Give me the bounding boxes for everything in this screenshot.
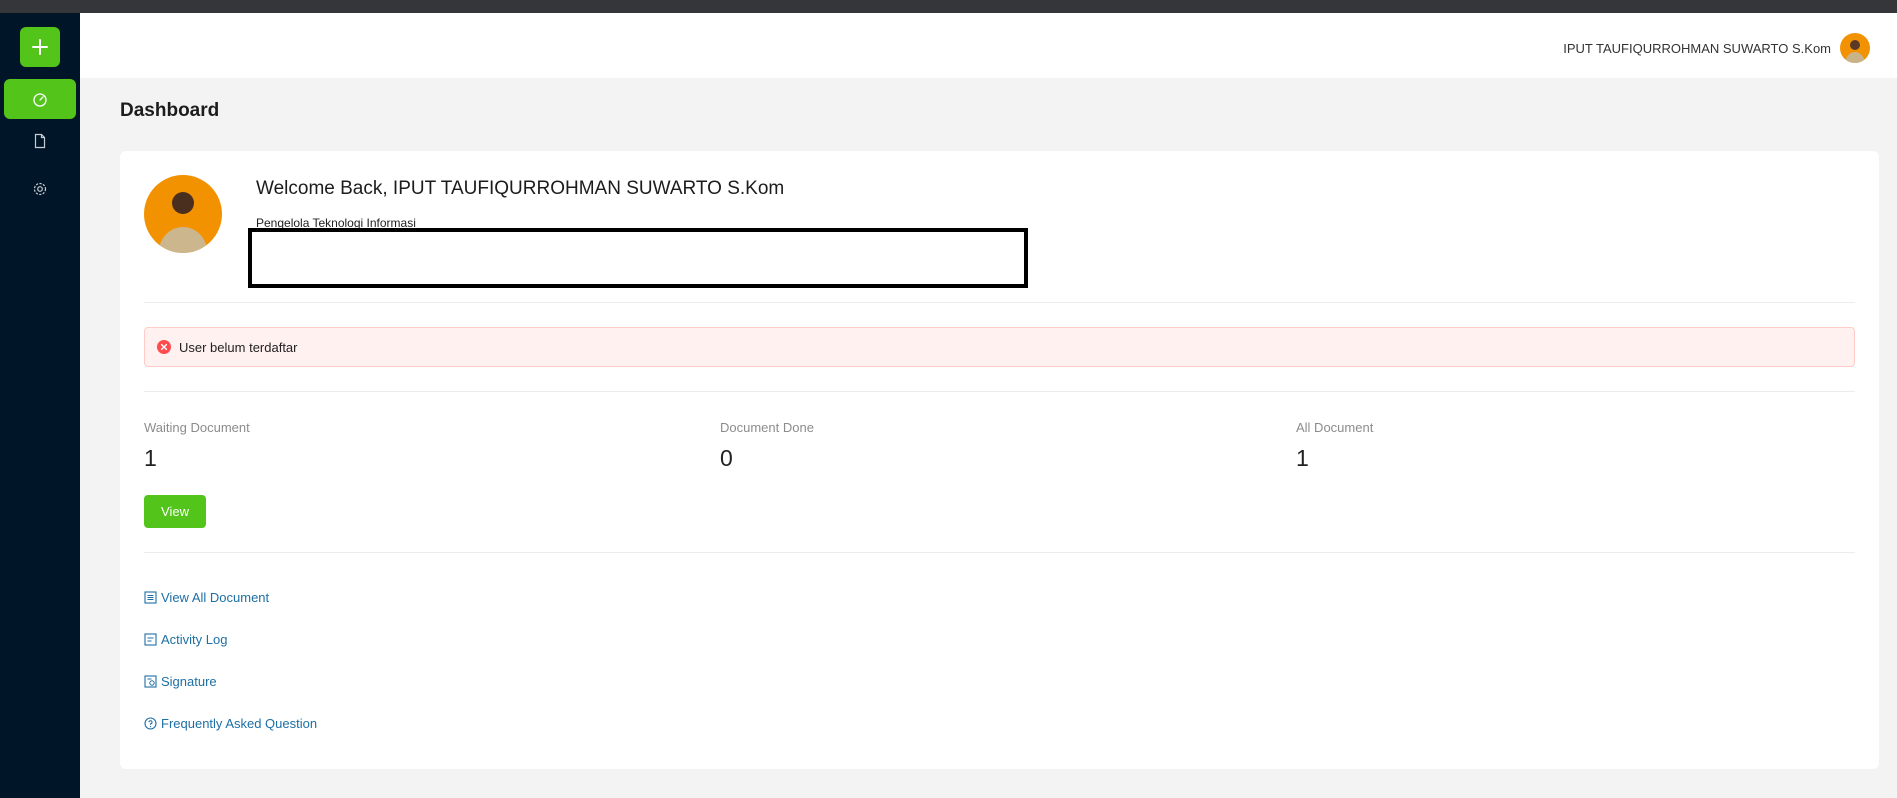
stat-label: All Document	[1296, 420, 1374, 435]
signature-icon	[144, 675, 157, 688]
profile-avatar	[144, 175, 222, 253]
close-circle-icon	[157, 340, 171, 354]
file-icon	[34, 133, 46, 149]
user-menu[interactable]: IPUT TAUFIQURROHMAN SUWARTO S.Kom	[1563, 33, 1870, 63]
user-name: IPUT TAUFIQURROHMAN SUWARTO S.Kom	[1563, 40, 1831, 56]
stat-label: Waiting Document	[144, 420, 250, 435]
link-label: Frequently Asked Question	[161, 716, 318, 731]
avatar[interactable]	[1840, 33, 1870, 63]
stat-value: 0	[720, 445, 733, 471]
sidebar-item-dashboard[interactable]	[4, 79, 76, 119]
stat-all-document: All Document 1	[1296, 420, 1373, 472]
alert-message: User belum terdaftar	[179, 339, 298, 355]
view-button[interactable]: View	[144, 495, 206, 528]
divider	[144, 302, 1855, 303]
faq-link[interactable]: Frequently Asked Question	[144, 716, 317, 731]
link-label: Signature	[161, 674, 217, 689]
log-icon	[144, 633, 157, 646]
list-icon	[144, 591, 157, 604]
browser-chrome-strip	[0, 0, 1897, 13]
stat-label: Document Done	[720, 420, 814, 435]
stat-waiting-document: Waiting Document 1	[144, 420, 250, 472]
question-icon	[144, 717, 157, 730]
sidebar	[0, 13, 80, 798]
plus-icon	[32, 39, 48, 55]
sidebar-item-documents[interactable]	[4, 121, 76, 161]
sidebar-item-settings[interactable]	[4, 169, 76, 209]
error-alert: User belum terdaftar	[144, 327, 1855, 367]
stat-document-done: Document Done 0	[720, 420, 814, 472]
divider	[144, 552, 1855, 553]
dashboard-card: Welcome Back, IPUT TAUFIQURROHMAN SUWART…	[120, 151, 1879, 769]
welcome-heading: Welcome Back, IPUT TAUFIQURROHMAN SUWART…	[256, 178, 785, 199]
divider	[144, 391, 1855, 392]
page-title: Dashboard	[120, 100, 220, 121]
dashboard-icon	[33, 93, 47, 107]
top-bar: IPUT TAUFIQURROHMAN SUWARTO S.Kom	[80, 13, 1897, 78]
view-all-document-link[interactable]: View All Document	[144, 590, 269, 605]
stat-value: 1	[1296, 445, 1309, 471]
link-label: View All Document	[161, 590, 270, 605]
redaction-box	[248, 228, 1028, 288]
activity-log-link[interactable]: Activity Log	[144, 632, 227, 647]
link-label: Activity Log	[161, 632, 228, 647]
stat-value: 1	[144, 445, 157, 471]
gear-icon	[33, 182, 47, 196]
add-button[interactable]	[20, 27, 60, 67]
signature-link[interactable]: Signature	[144, 674, 217, 689]
